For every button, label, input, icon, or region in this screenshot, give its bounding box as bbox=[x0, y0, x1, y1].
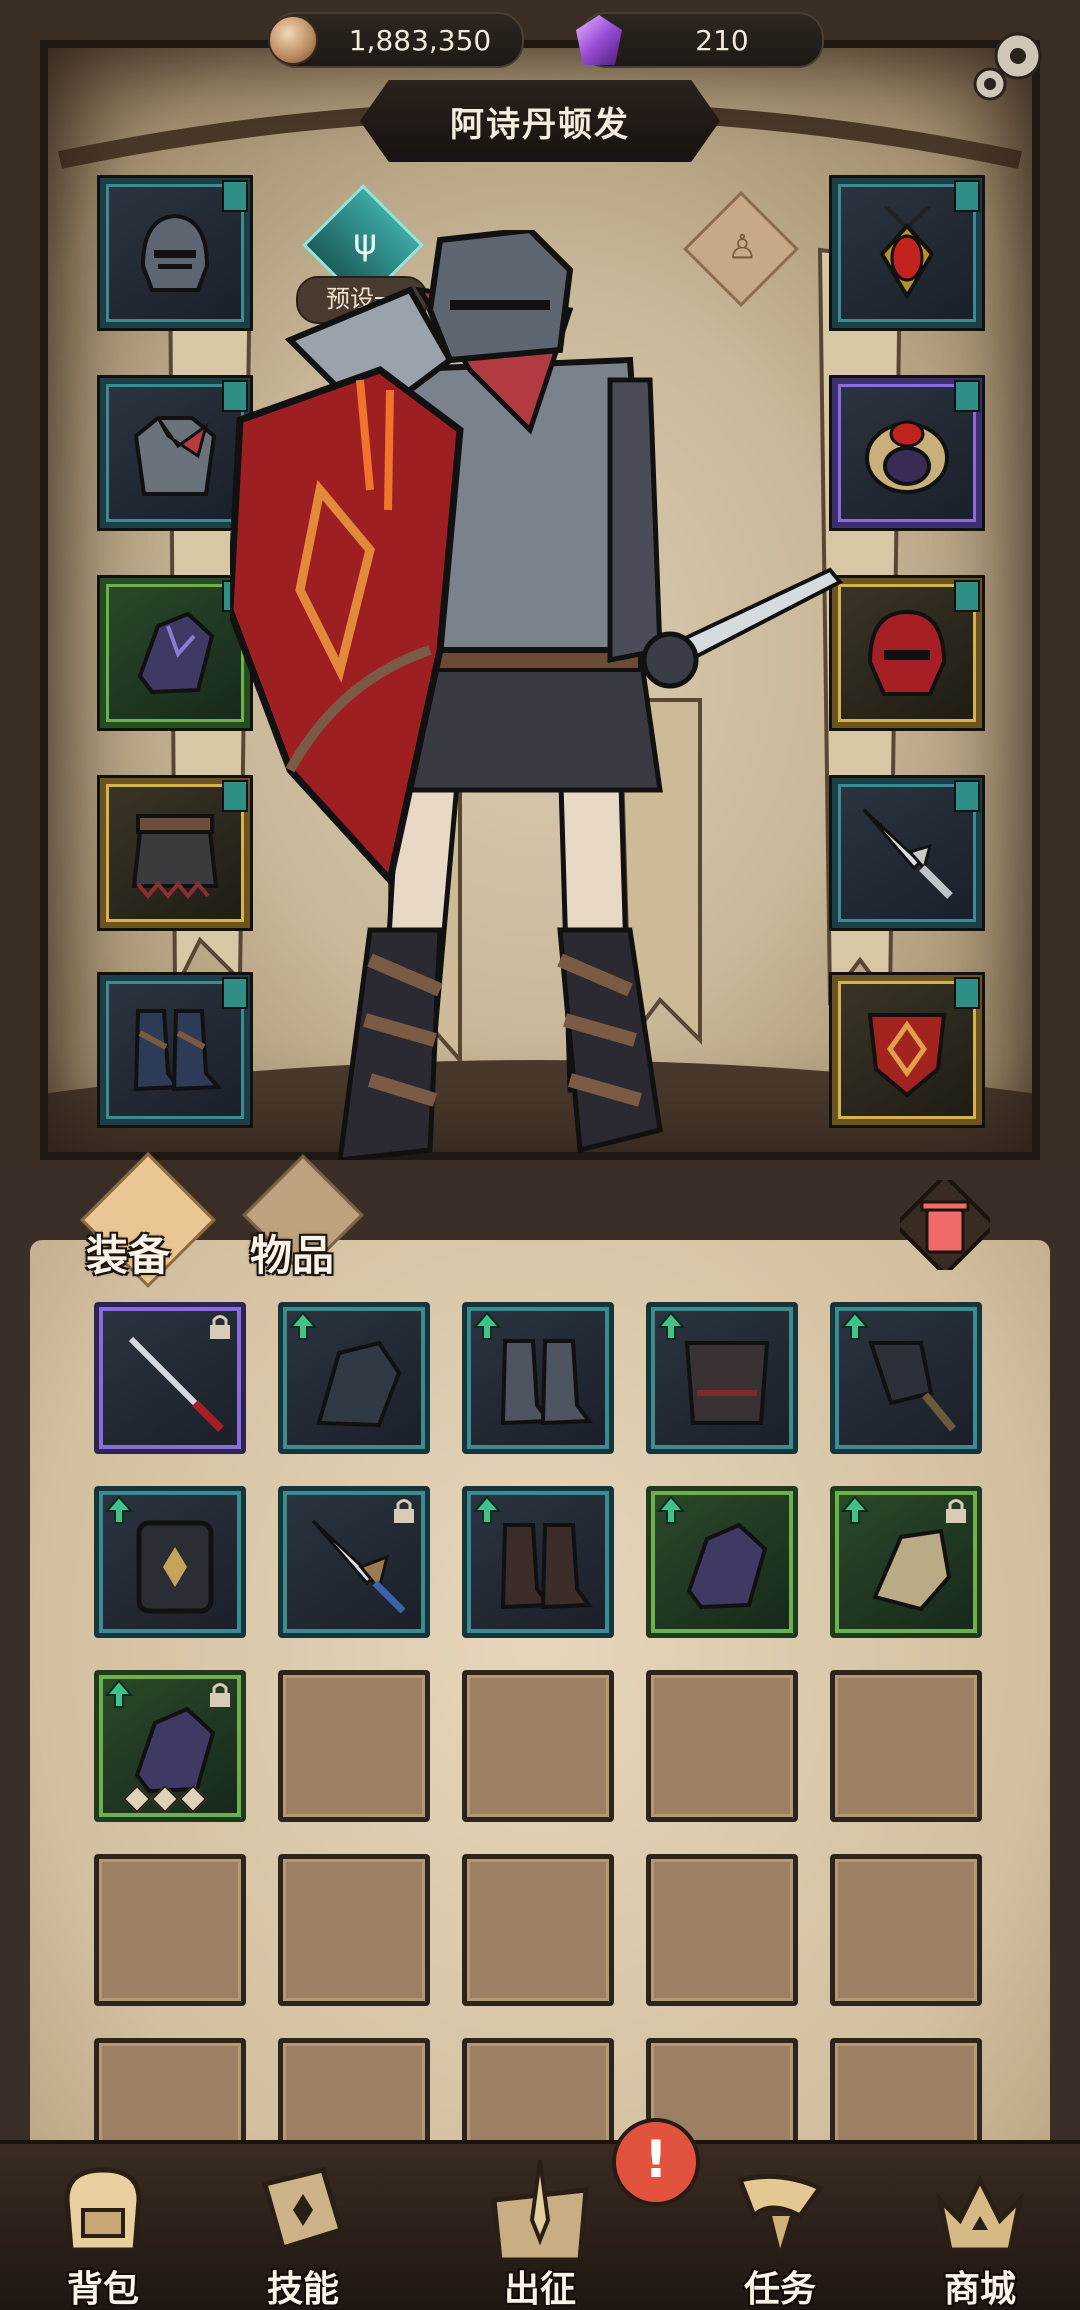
crown-shop-icon bbox=[935, 2174, 1025, 2253]
ruby-amulet-icon bbox=[879, 206, 935, 300]
leather-boots-icon bbox=[500, 1523, 593, 1610]
tower-shield-icon bbox=[136, 1520, 214, 1614]
inventory-slot-empty[interactable] bbox=[830, 1854, 982, 2006]
inventory-slot[interactable] bbox=[94, 1670, 246, 1822]
inventory-slot[interactable] bbox=[830, 1486, 982, 1638]
equip-slot-shield[interactable] bbox=[829, 972, 985, 1128]
skill-book-icon bbox=[261, 2167, 345, 2252]
slot-tag bbox=[954, 580, 980, 612]
equip-slot-boots[interactable] bbox=[97, 972, 253, 1128]
nav-skills[interactable]: 技能 bbox=[228, 2160, 378, 2310]
knight-character bbox=[230, 230, 844, 1163]
settings-gear-icon[interactable] bbox=[966, 20, 1056, 110]
inventory-slot[interactable] bbox=[462, 1486, 614, 1638]
steel-boots-icon bbox=[500, 1339, 593, 1426]
inventory-slot-empty[interactable] bbox=[462, 1854, 614, 2006]
coin-icon bbox=[268, 15, 318, 65]
equip-slot-skirt[interactable] bbox=[97, 775, 253, 931]
trash-icon[interactable] bbox=[900, 1180, 990, 1270]
inventory-slot-empty[interactable] bbox=[646, 1854, 798, 2006]
inventory-slot-empty[interactable] bbox=[462, 1670, 614, 1822]
equip-slot-helmet[interactable] bbox=[97, 175, 253, 331]
character-name: 阿诗丹顿发 bbox=[450, 104, 630, 145]
slot-tag bbox=[954, 180, 980, 212]
nav-skills-label: 技能 bbox=[266, 2269, 339, 2310]
inventory-slot[interactable] bbox=[94, 1486, 246, 1638]
inventory-slot-empty[interactable] bbox=[278, 1854, 430, 2006]
slot-tag bbox=[954, 977, 980, 1009]
helmet-icon bbox=[140, 213, 210, 292]
horn-icon bbox=[736, 2173, 824, 2260]
nav-expedition-label: 出征 bbox=[503, 2269, 576, 2310]
red-shield-icon bbox=[867, 1013, 947, 1097]
inventory-slot[interactable] bbox=[830, 1302, 982, 1454]
nav-shop[interactable]: 商城 bbox=[905, 2160, 1055, 2310]
inventory-slot[interactable] bbox=[646, 1486, 798, 1638]
inventory-slot-empty[interactable] bbox=[278, 1670, 430, 1822]
gem-counter[interactable]: 210 bbox=[576, 12, 824, 68]
inventory-slot[interactable] bbox=[278, 1486, 430, 1638]
inventory-slot[interactable] bbox=[94, 1302, 246, 1454]
backpack-icon bbox=[64, 2167, 142, 2253]
leather-skirt-icon bbox=[131, 814, 219, 900]
slot-tag bbox=[222, 180, 248, 212]
inventory-slot[interactable] bbox=[646, 1302, 798, 1454]
upgrade-slots bbox=[122, 1784, 208, 1814]
gold-amount: 1,883,350 bbox=[348, 23, 492, 57]
equip-slot-amulet[interactable] bbox=[829, 175, 985, 331]
nav-tasks[interactable]: 任务 bbox=[705, 2160, 855, 2310]
equip-slot-gloves[interactable] bbox=[97, 575, 253, 731]
nav-tasks-label: 任务 bbox=[743, 2269, 816, 2310]
inventory-slot[interactable] bbox=[278, 1302, 430, 1454]
boots-icon bbox=[133, 1009, 222, 1092]
expedition-alert-badge: ! bbox=[612, 2118, 700, 2206]
inventory-slot-empty[interactable] bbox=[646, 1670, 798, 1822]
nav-shop-label: 商城 bbox=[943, 2269, 1016, 2310]
dagger-icon bbox=[862, 808, 953, 899]
ruby-ring-icon bbox=[865, 420, 949, 494]
katana-icon bbox=[128, 1336, 224, 1432]
chest-armor-icon bbox=[133, 416, 217, 496]
tab-items[interactable]: 物品 bbox=[250, 1222, 334, 1283]
purple-gauntlet-icon bbox=[686, 1522, 768, 1610]
game-screen: 1,883,350 210 阿诗丹顿发 ψ 预设一 ♙ 装备 物品 背包 技能 … bbox=[0, 0, 1080, 2310]
inventory-slot[interactable] bbox=[462, 1302, 614, 1454]
crimson-helm-icon bbox=[867, 609, 947, 696]
equip-slot-chest[interactable] bbox=[97, 375, 253, 531]
slot-tag bbox=[954, 780, 980, 812]
inventory-slot-empty[interactable] bbox=[94, 1854, 246, 2006]
equip-slot-offhand[interactable] bbox=[829, 575, 985, 731]
nav-expedition[interactable]: 出征 bbox=[465, 2160, 615, 2310]
nav-backpack-label: 背包 bbox=[66, 2269, 139, 2310]
character-name-plate: 阿诗丹顿发 bbox=[360, 80, 720, 162]
gold-counter[interactable]: 1,883,350 bbox=[268, 12, 524, 68]
inventory-slot-empty[interactable] bbox=[830, 1670, 982, 1822]
gem-amount: 210 bbox=[695, 23, 749, 57]
nav-backpack[interactable]: 背包 bbox=[28, 2160, 178, 2310]
expedition-map-icon bbox=[491, 2160, 589, 2260]
dark-greaves-icon bbox=[684, 1341, 770, 1425]
tab-equipment[interactable]: 装备 bbox=[86, 1222, 170, 1283]
equip-slot-ring[interactable] bbox=[829, 375, 985, 531]
bone-gauntlet-icon bbox=[872, 1528, 952, 1612]
dark-bracer-icon bbox=[316, 1340, 402, 1428]
equip-slot-weapon[interactable] bbox=[829, 775, 985, 931]
cleaver-icon bbox=[868, 1341, 957, 1432]
purple-gauntlet-icon bbox=[137, 611, 215, 695]
purple-gauntlet-icon bbox=[134, 1706, 216, 1794]
slot-tag bbox=[954, 380, 980, 412]
short-sword-icon bbox=[311, 1519, 406, 1614]
